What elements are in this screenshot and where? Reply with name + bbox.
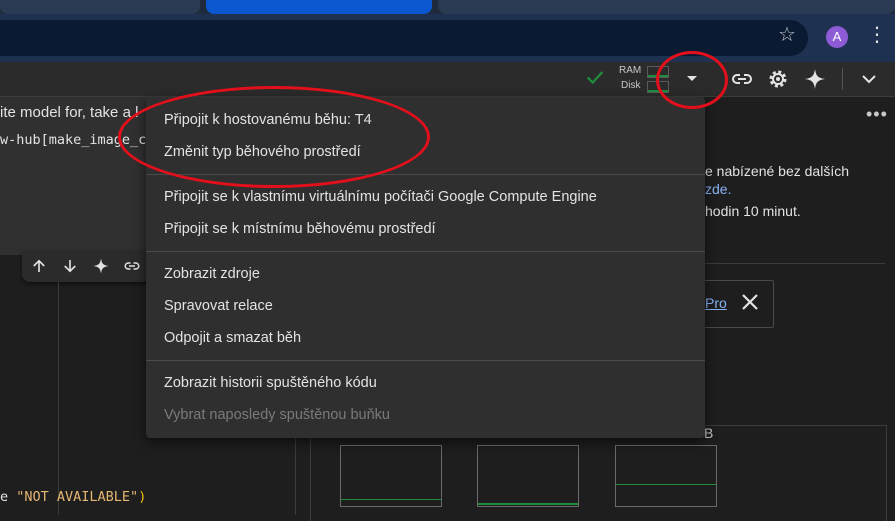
- menu-divider: [146, 360, 705, 361]
- cell-gutter-line: [58, 282, 59, 515]
- settings-gear-icon[interactable]: [766, 67, 790, 91]
- toolbar-divider: [842, 68, 843, 90]
- menu-item-connect-gce-vm[interactable]: Připojit se k vlastnímu virtuálnímu počí…: [164, 189, 597, 205]
- disk-meter[interactable]: [647, 81, 669, 93]
- resource-graph: [615, 445, 717, 507]
- menu-item-manage-sessions[interactable]: Spravovat relace: [164, 298, 273, 314]
- omnibox[interactable]: [0, 20, 808, 56]
- menu-item-select-last-run-cell: Vybrat naposledy spuštěnou buňku: [164, 407, 390, 423]
- code-paren: ): [138, 489, 147, 505]
- menu-item-connect-local-runtime[interactable]: Připojit se k místnímu běhovému prostřed…: [164, 221, 436, 237]
- menu-divider: [146, 251, 705, 252]
- profile-avatar[interactable]: A: [826, 26, 848, 48]
- resource-label: B: [704, 425, 714, 441]
- promo-link[interactable]: Pro: [705, 295, 727, 311]
- colab-toolbar: RAM Disk: [0, 62, 895, 97]
- chevron-down-icon[interactable]: [857, 67, 881, 91]
- menu-item-connect-hosted-t4[interactable]: Připojit k hostovanému běhu: T4: [164, 112, 372, 128]
- close-icon[interactable]: [738, 290, 762, 314]
- ram-label: RAM: [619, 65, 642, 76]
- code-output-line: e "NOT AVAILABLE"): [0, 489, 146, 505]
- resource-graph: [477, 445, 579, 507]
- menu-item-disconnect-delete-runtime[interactable]: Odpojit a smazat běh: [164, 330, 301, 346]
- panel-text: e nabízené bez dalších: [705, 163, 849, 179]
- more-options-icon[interactable]: •••: [866, 104, 888, 125]
- gemini-sparkle-icon[interactable]: [92, 257, 110, 275]
- link-icon[interactable]: [123, 257, 141, 275]
- browser-tab-strip: [0, 0, 895, 14]
- browser-tab[interactable]: [438, 0, 895, 14]
- ram-meter[interactable]: [647, 66, 669, 78]
- menu-divider: [146, 174, 705, 175]
- cell-toolbar: [22, 250, 150, 282]
- bookmark-star-icon[interactable]: ☆: [778, 22, 796, 47]
- move-up-icon[interactable]: [30, 257, 48, 275]
- browser-tab[interactable]: [0, 0, 200, 14]
- address-bar-row: ☆ A ⋮: [0, 14, 895, 62]
- runtime-dropdown-button[interactable]: [678, 66, 708, 92]
- link-icon[interactable]: [730, 67, 754, 91]
- browser-tab-active[interactable]: [206, 0, 432, 14]
- panel-link[interactable]: zde.: [705, 181, 731, 197]
- resource-graph: [340, 445, 442, 507]
- menu-item-view-resources[interactable]: Zobrazit zdroje: [164, 266, 260, 282]
- gemini-sparkle-icon[interactable]: [803, 67, 827, 91]
- connected-check-icon: [586, 71, 604, 85]
- panel-text: hodin 10 minut.: [705, 203, 801, 219]
- cell-code-line: w-hub[make_image_c: [0, 132, 147, 148]
- cell-text-line: ite model for, take a l: [0, 104, 139, 121]
- menu-item-execution-history[interactable]: Zobrazit historii spuštěného kódu: [164, 375, 377, 391]
- browser-menu-icon[interactable]: ⋮: [867, 22, 887, 47]
- disk-label: Disk: [621, 80, 641, 91]
- code-prefix: e: [0, 489, 17, 505]
- code-string: "NOT AVAILABLE": [16, 489, 139, 505]
- move-down-icon[interactable]: [61, 257, 79, 275]
- menu-item-change-runtime-type[interactable]: Změnit typ běhového prostředí: [164, 144, 361, 160]
- runtime-menu: Připojit k hostovanému běhu: T4 Změnit t…: [146, 97, 705, 438]
- caret-down-icon: [687, 76, 697, 81]
